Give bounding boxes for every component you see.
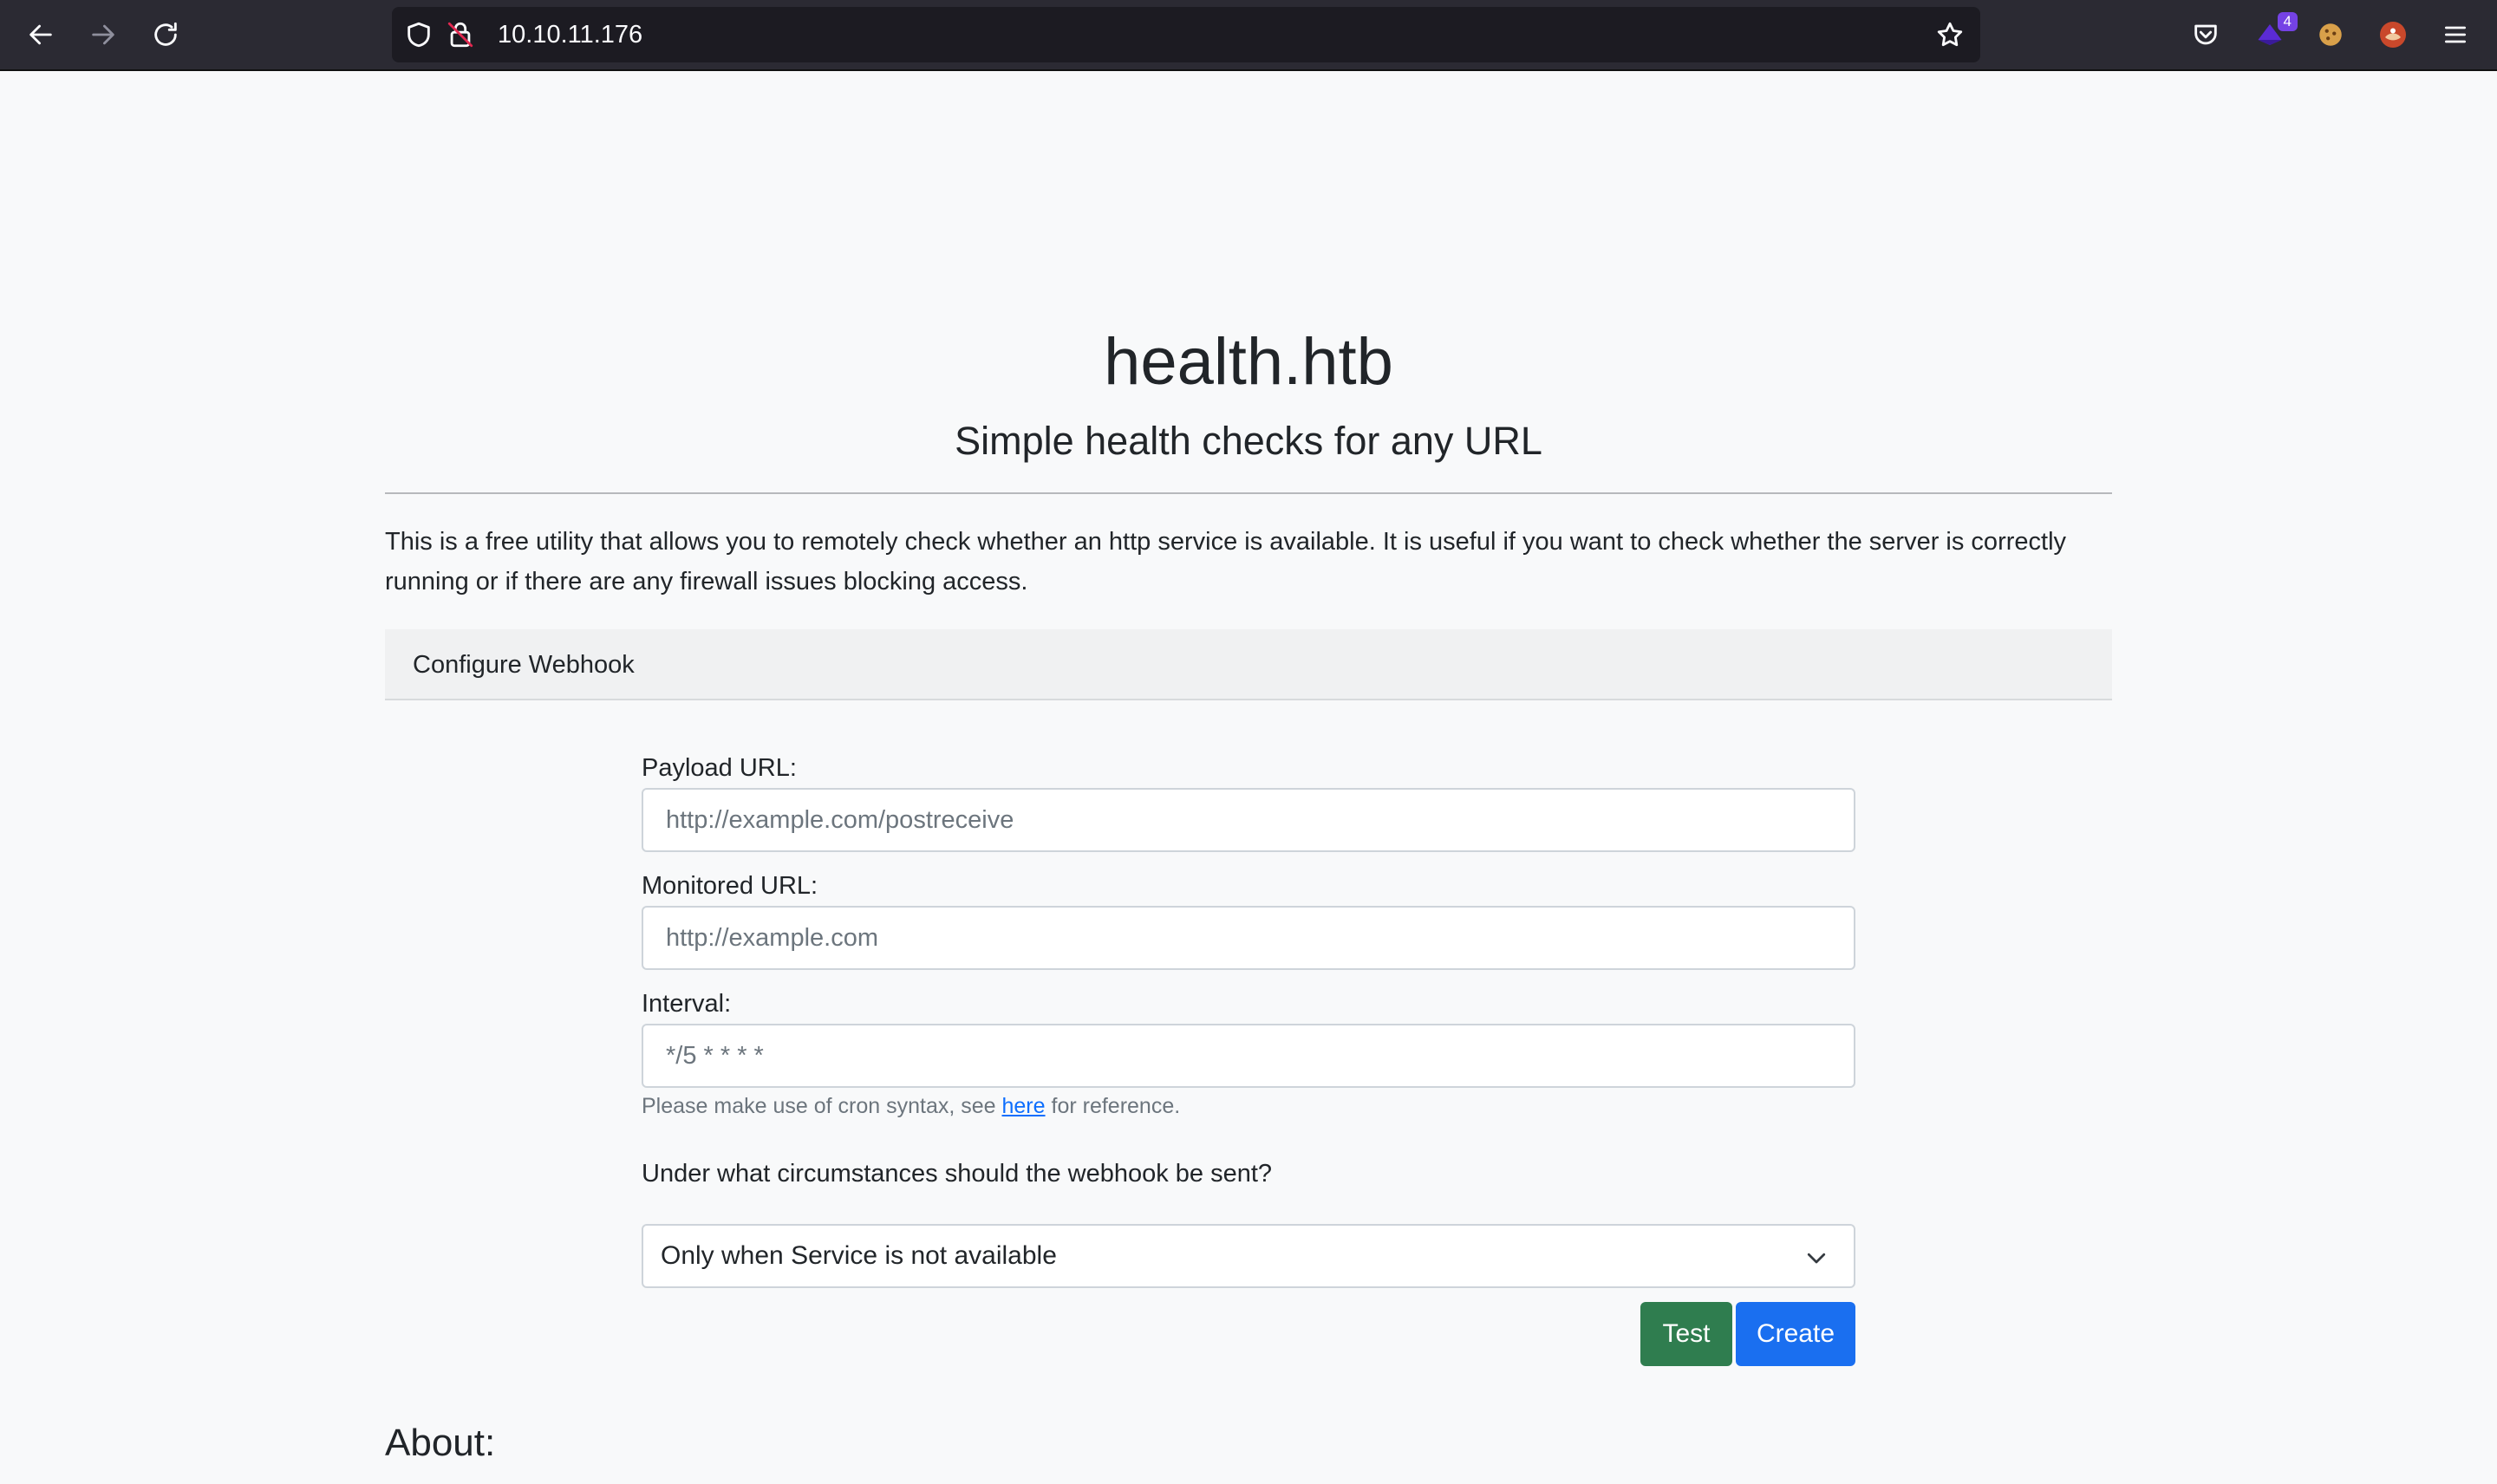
extension-fox-icon [2380, 22, 2406, 48]
arrow-right-icon [92, 24, 114, 45]
card-title: Configure Webhook [413, 651, 635, 679]
chevron-down-icon [1807, 1253, 1826, 1264]
payload-url-input[interactable] [643, 790, 1854, 850]
help-suffix: for reference. [1045, 1094, 1181, 1118]
extension-badge: 4 [2277, 12, 2298, 31]
back-button[interactable] [21, 15, 61, 55]
pocket-button[interactable] [2188, 17, 2223, 52]
hamburger-menu-icon [2445, 26, 2466, 43]
payload-url-label: Payload URL: [642, 754, 797, 782]
help-prefix: Please make use of cron syntax, see [642, 1094, 1002, 1118]
divider [385, 492, 2112, 494]
bookmark-star-icon[interactable] [1935, 20, 1965, 49]
intro-text: This is a free utility that allows you t… [385, 528, 2067, 596]
url-bar[interactable]: 10.10.11.176 [392, 7, 1980, 62]
page-content: health.htb Simple health checks for any … [0, 73, 2497, 1484]
extension-hackerman-button[interactable]: 4 [2253, 12, 2298, 52]
reload-button[interactable] [146, 15, 186, 55]
create-button[interactable]: Create [1736, 1302, 1855, 1366]
insecure-lock-icon[interactable] [446, 20, 475, 49]
monitored-url-input[interactable] [643, 908, 1854, 968]
browser-toolbar: 10.10.11.176 4 [0, 0, 2497, 71]
menu-button[interactable] [2438, 17, 2473, 52]
arrow-left-icon [29, 24, 52, 45]
page-subtitle: Simple health checks for any URL [955, 419, 1542, 463]
interval-field[interactable] [642, 1024, 1855, 1088]
cron-reference-link[interactable]: here [1002, 1094, 1046, 1118]
pocket-icon [2194, 24, 2217, 45]
reload-icon [154, 22, 177, 46]
url-text[interactable]: 10.10.11.176 [498, 7, 642, 62]
monitored-url-field[interactable] [642, 906, 1855, 970]
payload-url-field[interactable] [642, 788, 1855, 852]
interval-help-text: Please make use of cron syntax, see here… [642, 1094, 1180, 1119]
cookie-icon [2319, 23, 2342, 46]
condition-select[interactable]: Only when Service is not available [642, 1224, 1855, 1288]
forward-button[interactable] [83, 15, 123, 55]
extension-cookie-button[interactable] [2313, 17, 2348, 52]
about-heading: About: [385, 1422, 496, 1464]
card-header: Configure Webhook [385, 629, 2112, 700]
extension-wappalyzer-button[interactable] [2376, 17, 2410, 52]
monitored-url-label: Monitored URL: [642, 872, 818, 900]
condition-select-value: Only when Service is not available [661, 1241, 1057, 1270]
condition-question: Under what circumstances should the webh… [642, 1160, 1273, 1188]
interval-input[interactable] [643, 1025, 1854, 1086]
shield-icon[interactable] [404, 20, 434, 49]
interval-label: Interval: [642, 990, 732, 1018]
page-title: health.htb [1104, 325, 1393, 399]
test-button[interactable]: Test [1640, 1302, 1732, 1366]
